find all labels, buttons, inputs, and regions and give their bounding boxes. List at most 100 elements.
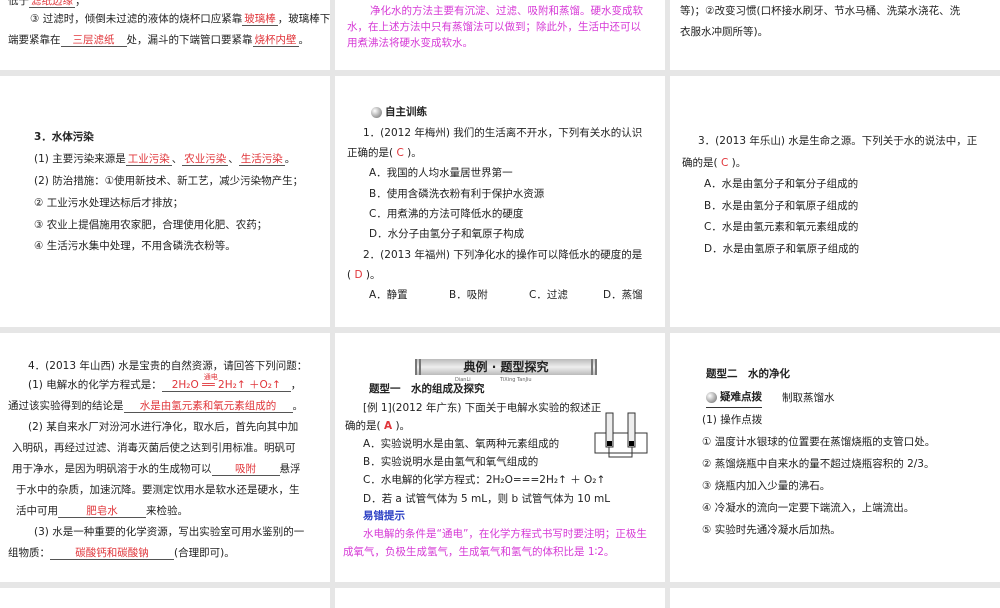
text-line: 于水中的杂质，加速沉降。要测定饮用水是软水还是硬水，生 bbox=[16, 484, 300, 496]
option: A．我国的人均水量居世界第一 bbox=[369, 167, 513, 179]
text-line: (2) 某自来水厂对汾河水进行净化，取水后，首先向其中加 bbox=[28, 421, 299, 433]
text: 低于 bbox=[8, 0, 29, 7]
type-heading: 题型二 水的净化 bbox=[706, 368, 790, 380]
electrolysis-apparatus-figure bbox=[594, 412, 648, 458]
option: D．水分子由氢分子和氧原子构成 bbox=[369, 228, 525, 240]
list-item: ⑤ 实验时先通冷凝水后加热。 bbox=[702, 524, 841, 536]
option: C．过滤 bbox=[529, 289, 568, 301]
type-heading: 题型一 水的组成及探究 bbox=[369, 383, 485, 395]
section-badge: 自主训练 bbox=[371, 105, 427, 119]
note-line: 净化水的方法主要有沉淀、过滤、吸附和蒸馏。硬水变成软 bbox=[370, 5, 643, 17]
text: )。 bbox=[407, 147, 422, 159]
section-banner: 典例 · 题型探究 bbox=[415, 359, 597, 375]
answer: 玻璃棒 bbox=[242, 13, 278, 26]
text: 确的是( bbox=[345, 420, 381, 432]
option: A．静置 bbox=[369, 289, 408, 301]
slide-softening-note: 净化水的方法主要有沉淀、过滤、吸附和蒸馏。硬水变成软 水，在上述方法中只有蒸馏法… bbox=[335, 0, 665, 70]
text-line: ④ 生活污水集中处理，不用含磷洗衣粉等。 bbox=[34, 240, 236, 252]
question: 2．(2013 年福州) 下列净化水的操作可以降低水的硬度的是 bbox=[363, 249, 643, 261]
slide-saving-water: 等)；②改变习惯(口杯接水刷牙、节水马桶、洗菜水浇花、洗 衣服水冲厕所等)。 bbox=[670, 0, 1000, 70]
answer: 肥皂水 bbox=[58, 505, 146, 518]
text: 悬浮 bbox=[279, 463, 301, 475]
text-line: 入明矾，再经过过滤、消毒灭菌后使之达到引用标准。明矾可 bbox=[12, 442, 296, 454]
text: ； bbox=[75, 0, 86, 7]
text-line: 衣服水冲厕所等)。 bbox=[680, 26, 769, 38]
answer: 三层滤纸 bbox=[60, 34, 127, 47]
answer: D bbox=[354, 269, 363, 281]
slide-partial bbox=[670, 588, 1000, 608]
note-line: 水，在上述方法中只有蒸馏法可以做到；除此外，生活中还可以 bbox=[347, 21, 641, 33]
balls-icon bbox=[706, 391, 717, 403]
question: 4．(2013 年山西) 水是宝贵的自然资源，请回答下列问题： bbox=[28, 360, 308, 372]
answer: C bbox=[720, 157, 729, 169]
text: )。 bbox=[395, 420, 411, 432]
slide-water-pollution: 3．水体污染 (1) 主要污染来源是 工业污染、农业污染、生活污染。 (2) 防治… bbox=[0, 76, 330, 327]
list-item: ② 蒸馏烧瓶中自来水的量不超过烧瓶容积的 2/3。 bbox=[702, 458, 935, 470]
option: B．使用含磷洗衣粉有利于保护水资源 bbox=[369, 188, 545, 200]
text: 通过该实验得到的结论是 bbox=[8, 400, 124, 412]
list-item: ④ 冷凝水的流向一定要下端流入，上端流出。 bbox=[702, 502, 915, 514]
badge-label: 疑难点拨 bbox=[720, 391, 762, 403]
text: 端要紧靠在 bbox=[8, 34, 61, 46]
text: 活中可用 bbox=[16, 505, 58, 517]
answer: A bbox=[383, 420, 393, 432]
badge-label: 自主训练 bbox=[385, 106, 427, 118]
answer: C bbox=[396, 147, 404, 159]
text: 。 bbox=[292, 400, 304, 412]
text: 、 bbox=[171, 153, 183, 165]
option: C．水电解的化学方程式：2H₂O===2H₂↑ ＋ O₂↑ bbox=[363, 474, 606, 486]
answer: 烧杯内壁 bbox=[252, 34, 299, 47]
text: 正确的是( bbox=[347, 147, 394, 159]
slide-self-practice: 自主训练 1．(2012 年梅州) 我们的生活离不开水，下列有关水的认识 正确的… bbox=[335, 76, 665, 327]
option: A．实验说明水是由氢、氧两种元素组成的 bbox=[363, 438, 560, 450]
text: 、 bbox=[228, 153, 239, 165]
note-line: 用煮沸法将硬水变成软水。 bbox=[347, 37, 473, 49]
tip-line: 水电解的条件是“通电”，在化学方程式书写时要注明；正极生 bbox=[363, 528, 647, 540]
option: C．用煮沸的方法可降低水的硬度 bbox=[369, 208, 524, 220]
answer: 农业污染 bbox=[182, 153, 229, 166]
answer: 滤纸边缘 bbox=[29, 0, 75, 8]
option: B．水是由氢分子和氧原子组成的 bbox=[704, 200, 859, 212]
list-item: ③ 烧瓶内加入少量的沸石。 bbox=[702, 480, 831, 492]
option: D．蒸馏 bbox=[603, 289, 643, 301]
example-question: [例 1](2012 年广东) 下面关于电解水实验的叙述正 bbox=[363, 402, 602, 414]
text: 来检验。 bbox=[146, 505, 188, 517]
text-line: 等)；②改变习惯(口杯接水刷牙、节水马桶、洗菜水浇花、洗 bbox=[680, 5, 961, 17]
section-badge: 疑难点拨 bbox=[706, 390, 762, 408]
text: (1) 主要污染来源是 bbox=[34, 153, 126, 165]
banner-pinyin: TiXing TanJiu bbox=[500, 377, 532, 383]
condition: 通电 bbox=[203, 373, 218, 381]
section-title: 3．水体污染 bbox=[34, 131, 94, 143]
tip-title: 易错提示 bbox=[363, 510, 405, 522]
answer: 生活污染 bbox=[238, 153, 285, 166]
question: 3．(2013 年乐山) 水是生命之源。下列关于水的说法中，正 bbox=[698, 135, 978, 147]
list-item: ① 温度计水银球的位置要在蒸馏烧瓶的支管口处。 bbox=[702, 436, 936, 448]
text-line: ② 工业污水处理达标后才排放； bbox=[34, 197, 184, 209]
text-line: ③ 农业上提倡施用农家肥，合理使用化肥、农药； bbox=[34, 219, 268, 231]
slide-partial bbox=[335, 588, 665, 608]
text: )。 bbox=[365, 269, 381, 281]
option: D．水是由氢原子和氧原子组成的 bbox=[704, 243, 860, 255]
option: B．实验说明水是由氢气和氧气组成的 bbox=[363, 456, 539, 468]
option: C．水是由氢元素和氧元素组成的 bbox=[704, 221, 859, 233]
text-line: (2) 防治措施：①使用新技术、新工艺，减少污染物产生； bbox=[34, 175, 304, 187]
text: (1) 电解水的化学方程式是： bbox=[28, 379, 162, 391]
answer: 碳酸钙和碳酸钠 bbox=[50, 547, 174, 560]
answer: 吸附 bbox=[211, 463, 280, 476]
equation: 2H₂O ══ 2H₂↑ ＋O₂↑ bbox=[171, 379, 281, 391]
text: 用于净水，是因为明矾溶于水的生成物可以 bbox=[12, 463, 212, 475]
ball-icon bbox=[371, 106, 382, 118]
slide-water-purification: 题型二 水的净化 疑难点拨 制取蒸馏水 (1) 操作点拨 ① 温度计水银球的位置… bbox=[670, 333, 1000, 582]
text: ， bbox=[290, 379, 302, 391]
text: 确的是( bbox=[682, 157, 718, 169]
slide-example-electrolysis: 典例 · 题型探究 DianLi TiXing TanJiu 题型一 水的组成及… bbox=[335, 333, 665, 582]
option: A．水是由氢分子和氧分子组成的 bbox=[704, 178, 859, 190]
subheading: (1) 操作点拨 bbox=[702, 414, 763, 426]
badge-topic: 制取蒸馏水 bbox=[782, 392, 835, 404]
slide-question-3: 3．(2013 年乐山) 水是生命之源。下列关于水的说法中，正 确的是( C )… bbox=[670, 76, 1000, 327]
text: (合理即可)。 bbox=[174, 547, 235, 559]
slide-filtration: 低于 滤纸边缘； ③ 过滤时，倾倒未过滤的液体的烧杯口应紧靠 玻璃棒 ，玻璃棒下 端要… bbox=[0, 0, 330, 70]
answer-equation: 通电 2H₂O ══ 2H₂↑ ＋O₂↑ bbox=[161, 373, 291, 392]
tip-line: 成氧气，负极生成氢气，生成氧气和氢气的体积比是 1∶2。 bbox=[343, 546, 615, 558]
text: ( bbox=[347, 269, 352, 281]
